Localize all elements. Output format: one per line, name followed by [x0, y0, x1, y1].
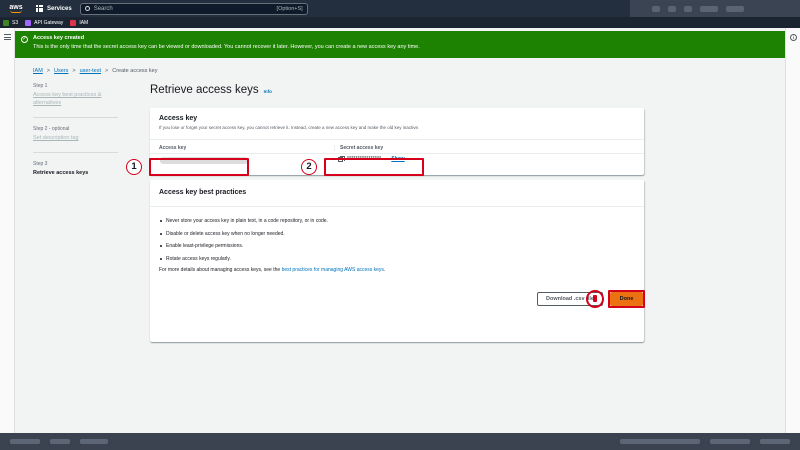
show-secret-link[interactable]: Show [391, 156, 404, 162]
favorite-label: S3 [12, 19, 19, 26]
info-link[interactable]: Info [264, 89, 272, 94]
step-2: Step 2 - optional Set description tag [33, 126, 128, 142]
divider [33, 117, 118, 118]
list-item: Never store your access key in plain tex… [160, 218, 635, 224]
card-description: If you lose or forget your secret access… [159, 125, 420, 130]
click-cursor-icon [586, 290, 604, 308]
redacted-item [620, 439, 700, 444]
page-title-text: Retrieve access keys [150, 84, 259, 96]
flash-message: This is the only time that the secret ac… [33, 44, 420, 50]
step-current: Retrieve access keys [33, 170, 89, 176]
redacted-icon [684, 5, 692, 12]
redacted-icon [668, 5, 676, 12]
copy-icon[interactable] [338, 155, 345, 162]
top-navigation: aws Services Search [Option+S] [0, 0, 800, 17]
breadcrumb-user[interactable]: user-test [80, 68, 101, 74]
secret-masked: **************** [347, 156, 382, 162]
step-label: Step 2 - optional [33, 126, 70, 132]
more-details: For more details about managing access k… [150, 267, 644, 273]
redacted-account [726, 5, 744, 12]
check-circle-icon: ✓ [21, 36, 28, 43]
flash-title: Access key created [33, 35, 85, 41]
iam-icon [70, 19, 77, 26]
favorite-iam[interactable]: IAM [70, 19, 89, 26]
redacted-item [760, 439, 790, 444]
chevron-right-icon: > [105, 68, 109, 74]
page-title: Retrieve access keys Info [150, 84, 272, 96]
redacted-item [50, 439, 70, 444]
chevron-right-icon: > [46, 68, 50, 74]
account-area-redacted [630, 0, 800, 17]
best-practices-list: Never store your access key in plain tex… [150, 207, 644, 262]
divider [33, 152, 118, 153]
favorite-api-gateway[interactable]: API Gateway [25, 19, 64, 26]
more-prefix: For more details about managing access k… [159, 267, 282, 273]
access-key-value [159, 157, 248, 164]
redacted-icon [652, 5, 660, 12]
bottom-bar-redacted [0, 433, 800, 450]
api-gateway-icon [25, 19, 32, 26]
search-input[interactable]: Search [Option+S] [79, 2, 308, 15]
breadcrumb-iam[interactable]: IAM [33, 68, 43, 74]
favorites-bar: S3 API Gateway IAM [0, 17, 800, 28]
s3-icon [3, 19, 9, 26]
step-label: Step 3 [33, 161, 48, 167]
list-item: Enable least-privilege permissions. [160, 243, 635, 249]
step-3: Step 3 Retrieve access keys [33, 161, 128, 177]
more-suffix: . [383, 267, 386, 273]
column-secret-key: Secret access key [334, 145, 635, 151]
redacted-item [80, 439, 108, 444]
info-icon[interactable]: i [790, 34, 797, 41]
breadcrumb-users[interactable]: Users [54, 68, 68, 74]
wizard-steps: Step 1 Access key best practices & alter… [33, 83, 128, 187]
aws-smile-icon [10, 10, 22, 13]
annotation-2: 2 [301, 159, 317, 175]
services-label: Services [47, 5, 72, 12]
card-heading: Access key best practices [150, 180, 644, 207]
redacted-access-key [160, 157, 248, 164]
card-heading: Access key [159, 115, 198, 122]
column-access-key: Access key [159, 145, 187, 151]
favorite-s3[interactable]: S3 [3, 19, 19, 26]
favorite-label: API Gateway [34, 19, 64, 26]
services-menu-button[interactable]: Services [36, 5, 72, 12]
step-link[interactable]: Access key best practices & alternatives [33, 91, 128, 107]
redacted-region [700, 5, 718, 12]
search-icon [84, 6, 90, 11]
list-item: Rotate access keys regularly. [160, 256, 635, 262]
menu-icon[interactable] [4, 34, 11, 42]
favorite-label: IAM [79, 19, 89, 26]
table-header: Access key Secret access key [150, 140, 644, 151]
breadcrumb-current: Create access key [112, 68, 158, 74]
list-item: Disable or delete access key when no lon… [160, 231, 635, 237]
best-practices-card: Access key best practices Never store yo… [150, 180, 644, 342]
step-label: Step 1 [33, 83, 48, 89]
redacted-item [710, 439, 750, 444]
right-rail: i [785, 28, 800, 433]
card-header: Access key If you lose or forget your se… [150, 108, 644, 140]
main-content: IAM > Users > user-test > Create access … [16, 58, 784, 433]
search-shortcut-hint: [Option+S] [276, 5, 303, 12]
left-rail [0, 28, 15, 433]
aws-logo[interactable]: aws [4, 0, 28, 17]
secret-access-key-value: **************** Show [338, 155, 405, 162]
annotation-1: 1 [126, 159, 142, 175]
access-key-card: Access key If you lose or forget your se… [150, 108, 644, 175]
breadcrumb: IAM > Users > user-test > Create access … [33, 68, 157, 74]
step-link[interactable]: Set description tag [33, 134, 128, 142]
search-placeholder: Search [93, 5, 113, 12]
redacted-item [10, 439, 40, 444]
done-button[interactable]: Done [610, 292, 643, 306]
step-1: Step 1 Access key best practices & alter… [33, 83, 128, 107]
success-flash-banner: ✓ Access key created This is the only ti… [15, 31, 785, 58]
grid-icon [36, 5, 43, 12]
divider [150, 153, 644, 154]
chevron-right-icon: > [72, 68, 76, 74]
best-practices-link[interactable]: best practices for managing AWS access k… [282, 267, 384, 273]
